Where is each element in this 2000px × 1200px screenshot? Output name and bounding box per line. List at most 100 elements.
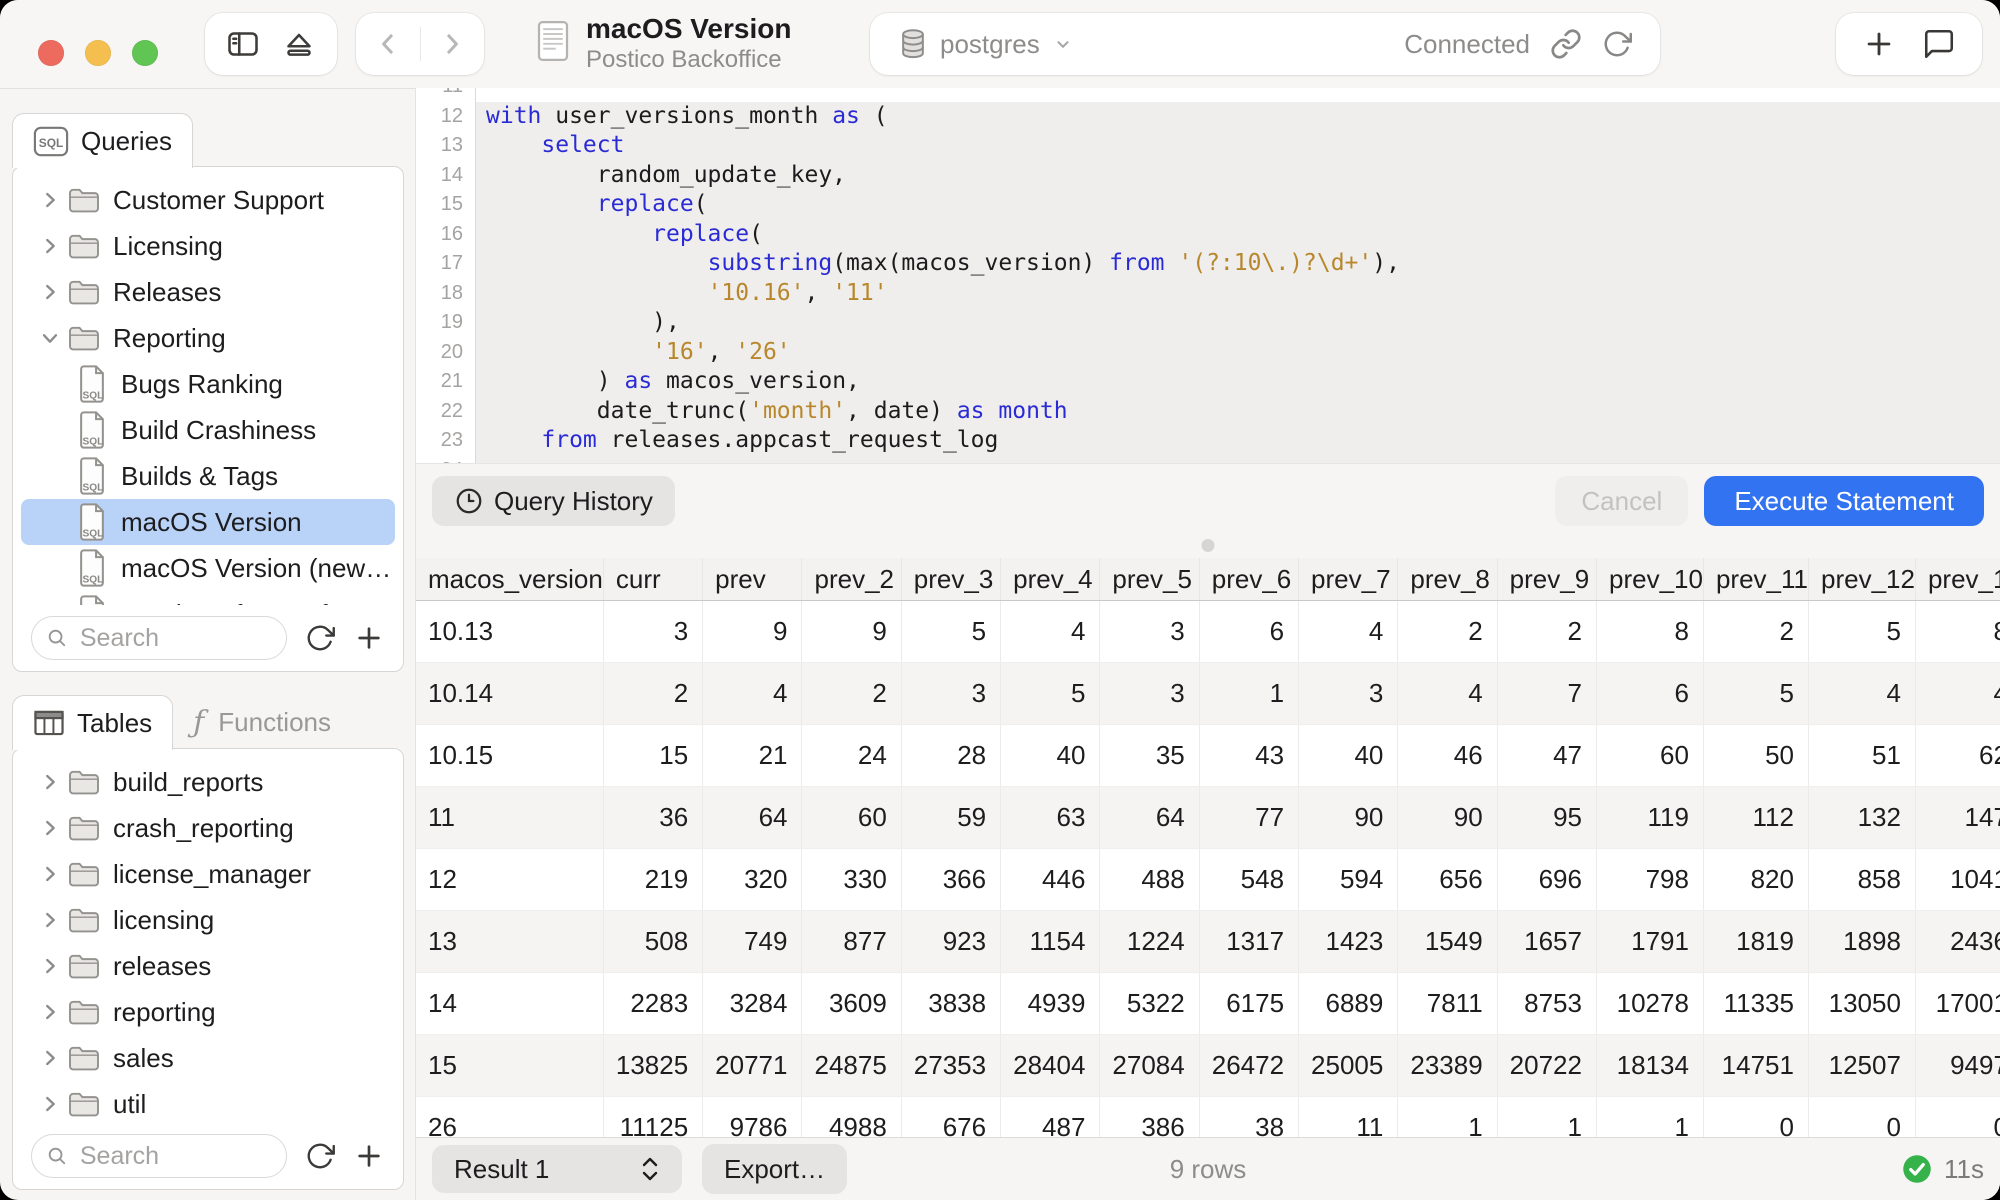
code-line[interactable]: 14 random_update_key, — [416, 161, 2000, 191]
table-cell[interactable]: 77 — [1199, 787, 1298, 849]
table-cell[interactable]: 219 — [603, 849, 702, 911]
chevron-down-icon[interactable] — [35, 327, 65, 349]
query-item[interactable]: SQLNumber of users for — [21, 591, 395, 605]
table-cell[interactable]: 50 — [1703, 725, 1808, 787]
tables-search-input[interactable] — [78, 1141, 272, 1172]
minimize-window-button[interactable] — [85, 40, 111, 66]
table-cell[interactable]: 20771 — [703, 1035, 802, 1097]
result-selector[interactable]: Result 1 — [432, 1145, 682, 1193]
forward-button[interactable] — [437, 29, 467, 59]
table-cell[interactable]: 0 — [1703, 1097, 1808, 1138]
query-item[interactable]: SQLmacOS Version (new… — [21, 545, 395, 591]
code-line[interactable]: 21 ) as macos_version, — [416, 367, 2000, 397]
table-cell[interactable]: 6 — [1596, 663, 1703, 725]
table-cell[interactable]: 1791 — [1596, 911, 1703, 973]
table-cell[interactable]: 1657 — [1497, 911, 1596, 973]
table-cell[interactable]: 4988 — [802, 1097, 901, 1138]
execute-statement-button[interactable]: Execute Statement — [1704, 476, 1984, 526]
table-cell[interactable]: 923 — [901, 911, 1000, 973]
table-cell[interactable]: 1 — [1199, 663, 1298, 725]
column-header[interactable]: prev — [703, 558, 802, 601]
table-cell[interactable]: 3284 — [703, 973, 802, 1035]
table-cell[interactable]: 3 — [901, 663, 1000, 725]
refresh-queries-button[interactable] — [305, 623, 335, 653]
table-cell[interactable]: 40 — [1001, 725, 1100, 787]
table-cell[interactable]: 13 — [416, 911, 603, 973]
folder-item[interactable]: releases — [21, 943, 395, 989]
table-cell[interactable]: 656 — [1398, 849, 1497, 911]
table-cell[interactable]: 7 — [1497, 663, 1596, 725]
table-cell[interactable]: 60 — [802, 787, 901, 849]
query-item[interactable]: SQLBuilds & Tags — [21, 453, 395, 499]
chevron-right-icon[interactable] — [35, 771, 65, 793]
column-header[interactable]: prev_10 — [1596, 558, 1703, 601]
close-window-button[interactable] — [38, 40, 64, 66]
table-cell[interactable]: 548 — [1199, 849, 1298, 911]
table-cell[interactable]: 10.15 — [416, 725, 603, 787]
chevron-right-icon[interactable] — [35, 281, 65, 303]
table-cell[interactable]: 2283 — [603, 973, 702, 1035]
table-cell[interactable]: 2 — [1398, 601, 1497, 663]
column-header[interactable]: prev_12 — [1808, 558, 1915, 601]
table-cell[interactable]: 9786 — [703, 1097, 802, 1138]
table-cell[interactable]: 320 — [703, 849, 802, 911]
table-cell[interactable]: 386 — [1100, 1097, 1199, 1138]
table-cell[interactable]: 3 — [1100, 663, 1199, 725]
table-cell[interactable]: 858 — [1808, 849, 1915, 911]
table-cell[interactable]: 2436 — [1915, 911, 2000, 973]
table-cell[interactable]: 20722 — [1497, 1035, 1596, 1097]
table-cell[interactable]: 27084 — [1100, 1035, 1199, 1097]
column-header[interactable]: prev_5 — [1100, 558, 1199, 601]
table-cell[interactable]: 132 — [1808, 787, 1915, 849]
table-cell[interactable]: 24875 — [802, 1035, 901, 1097]
table-cell[interactable]: 4 — [1808, 663, 1915, 725]
table-cell[interactable]: 1 — [1497, 1097, 1596, 1138]
table-cell[interactable]: 18134 — [1596, 1035, 1703, 1097]
table-cell[interactable]: 8 — [1596, 601, 1703, 663]
table-cell[interactable]: 27353 — [901, 1035, 1000, 1097]
table-cell[interactable]: 1224 — [1100, 911, 1199, 973]
chevron-right-icon[interactable] — [35, 1093, 65, 1115]
table-cell[interactable]: 36 — [603, 787, 702, 849]
table-cell[interactable]: 488 — [1100, 849, 1199, 911]
table-cell[interactable]: 820 — [1703, 849, 1808, 911]
table-cell[interactable]: 25005 — [1299, 1035, 1398, 1097]
column-header[interactable]: prev_11 — [1703, 558, 1808, 601]
table-cell[interactable]: 9497 — [1915, 1035, 2000, 1097]
refresh-tables-button[interactable] — [305, 1141, 335, 1171]
code-line[interactable]: 12with user_versions_month as ( — [416, 102, 2000, 132]
code-line[interactable]: 20 '16', '26' — [416, 338, 2000, 368]
table-cell[interactable]: 60 — [1596, 725, 1703, 787]
table-cell[interactable]: 2 — [603, 663, 702, 725]
splitter-handle[interactable] — [1202, 539, 1215, 552]
table-cell[interactable]: 15 — [603, 725, 702, 787]
table-cell[interactable]: 10.14 — [416, 663, 603, 725]
folder-item[interactable]: crash_reporting — [21, 805, 395, 851]
table-cell[interactable]: 8 — [1915, 601, 2000, 663]
table-cell[interactable]: 38 — [1199, 1097, 1298, 1138]
table-cell[interactable]: 14 — [416, 973, 603, 1035]
table-cell[interactable]: 676 — [901, 1097, 1000, 1138]
chevron-right-icon[interactable] — [35, 1001, 65, 1023]
code-line[interactable]: 22 date_trunc('month', date) as month — [416, 397, 2000, 427]
table-cell[interactable]: 594 — [1299, 849, 1398, 911]
table-cell[interactable]: 798 — [1596, 849, 1703, 911]
code-line[interactable]: 18 '10.16', '11' — [416, 279, 2000, 309]
zoom-window-button[interactable] — [132, 40, 158, 66]
table-cell[interactable]: 47 — [1497, 725, 1596, 787]
column-header[interactable]: prev_13 — [1915, 558, 2000, 601]
query-item[interactable]: SQLBuild Crashiness — [21, 407, 395, 453]
table-cell[interactable]: 7811 — [1398, 973, 1497, 1035]
code-line[interactable]: 24 — [416, 456, 2000, 464]
table-cell[interactable]: 11335 — [1703, 973, 1808, 1035]
table-cell[interactable]: 9 — [703, 601, 802, 663]
chevron-right-icon[interactable] — [35, 235, 65, 257]
connection-link-button[interactable] — [1550, 28, 1582, 60]
query-history-button[interactable]: Query History — [432, 476, 675, 526]
table-cell[interactable]: 487 — [1001, 1097, 1100, 1138]
table-cell[interactable]: 1317 — [1199, 911, 1298, 973]
code-line[interactable]: 23 from releases.appcast_request_log — [416, 426, 2000, 456]
chevron-right-icon[interactable] — [35, 1047, 65, 1069]
table-cell[interactable]: 10278 — [1596, 973, 1703, 1035]
column-header[interactable]: prev_6 — [1199, 558, 1298, 601]
